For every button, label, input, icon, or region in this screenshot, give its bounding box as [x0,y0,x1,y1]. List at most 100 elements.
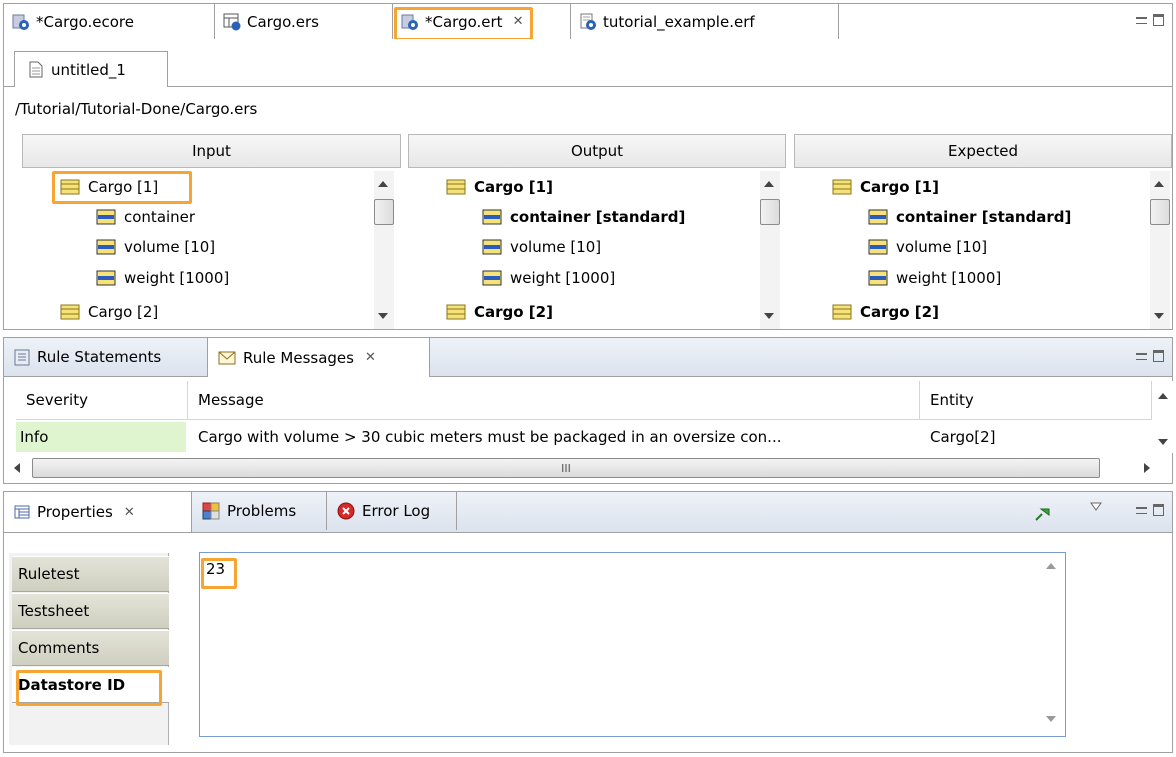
minimize-icon[interactable] [1136,352,1147,360]
attribute-icon [96,270,116,286]
close-icon[interactable]: ✕ [513,14,524,29]
tree-node[interactable]: Cargo [1] [60,173,158,201]
tab-label: tutorial_example.erf [603,12,755,31]
pin-icon[interactable] [1034,506,1054,522]
table-row[interactable]: Info Cargo with volume > 30 cubic meters… [16,422,1152,452]
messages-vscroll[interactable] [1154,381,1174,453]
node-label: volume [10] [896,238,988,256]
close-icon[interactable]: ✕ [365,350,376,365]
tab-properties[interactable]: Properties ✕ [4,492,192,532]
expected-tree: Cargo [1] container [standard] volume [1… [794,171,1172,329]
node-label: weight [1000] [124,269,230,287]
node-label: Cargo [1] [88,178,159,196]
maximize-icon[interactable] [1153,14,1164,26]
tab-error-log[interactable]: Error Log [327,492,457,530]
property-side-tabs: Ruletest Testsheet Comments Datastore ID [9,553,169,745]
editor-tab-strip: *Cargo.ecore Cargo.ers *Cargo.ert ✕ tuto… [3,3,1173,39]
tab-label: Cargo.ers [247,12,319,31]
tab-label: Rule Statements [37,348,162,366]
entity-cell: Cargo[2] [930,428,996,446]
subtab-label: untitled_1 [51,60,126,79]
severity-header[interactable]: Severity [16,381,188,419]
maximize-icon[interactable] [1153,350,1164,362]
close-icon[interactable]: ✕ [124,505,135,520]
scroll-right-icon[interactable] [1144,463,1150,473]
tab-rule-messages[interactable]: Rule Messages ✕ [208,338,430,377]
view-menu-icon[interactable] [1090,502,1102,512]
message-header[interactable]: Message [188,381,920,419]
side-tab-ruletest[interactable]: Ruletest [12,556,169,592]
ers-file-icon [223,13,241,30]
tab-label: Rule Messages [243,348,354,367]
scroll-thumb[interactable] [1150,199,1170,225]
output-scrollbar[interactable] [760,171,780,329]
tab-label: Problems [227,502,297,520]
tab-untitled-1[interactable]: untitled_1 [14,51,168,87]
scroll-thumb[interactable]: III [32,458,1100,478]
expected-scrollbar[interactable] [1150,171,1170,329]
tab-cargo-ers[interactable]: Cargo.ers [215,4,393,39]
minimize-icon[interactable] [1136,16,1147,24]
maximize-icon[interactable] [1153,504,1164,516]
tree-node[interactable]: Cargo [2] [60,298,158,326]
scroll-down-icon[interactable] [764,313,774,319]
attribute-icon [482,270,502,286]
scroll-up-icon[interactable] [378,181,388,187]
expected-column-header[interactable]: Expected [794,134,1172,168]
tab-problems[interactable]: Problems [192,492,327,530]
input-scrollbar[interactable] [374,171,394,329]
tree-node[interactable]: volume [10] [96,233,215,261]
attribute-icon [868,270,888,286]
erf-file-icon [580,13,596,30]
entity-icon [60,179,80,195]
tree-node[interactable]: Cargo [1] [832,173,939,201]
scroll-up-icon[interactable] [1154,181,1164,187]
field-value: 23 [206,560,226,578]
scroll-up-icon[interactable] [1046,563,1056,569]
tree-node[interactable]: volume [10] [482,233,601,261]
scroll-left-icon[interactable] [14,463,20,473]
envelope-icon [218,351,236,364]
input-column-header[interactable]: Input [22,134,401,168]
messages-hscroll[interactable]: III [12,456,1154,480]
entity-icon [446,179,466,195]
tree-node[interactable]: container [standard] [868,203,1071,231]
scroll-thumb[interactable] [374,199,394,225]
tree-node[interactable]: weight [1000] [96,264,229,292]
scroll-thumb[interactable] [760,199,780,225]
tab-rule-statements[interactable]: Rule Statements [4,338,208,376]
output-column-header[interactable]: Output [408,134,786,168]
side-tab-comments[interactable]: Comments [12,630,169,666]
side-tab-testsheet[interactable]: Testsheet [12,593,169,629]
tree-node[interactable]: weight [1000] [482,264,615,292]
tab-tutorial-example-erf[interactable]: tutorial_example.erf [571,4,839,39]
tab-cargo-ecore[interactable]: *Cargo.ecore [4,4,215,39]
entity-icon [446,304,466,320]
scroll-down-icon[interactable] [378,313,388,319]
scroll-up-icon[interactable] [764,181,774,187]
tab-cargo-ert[interactable]: *Cargo.ert ✕ [393,4,571,39]
entity-icon [832,304,852,320]
node-label: Cargo [1] [860,178,939,196]
datastore-id-field[interactable]: 23 [199,552,1066,737]
scroll-up-icon[interactable] [1158,393,1168,399]
tree-node[interactable]: Cargo [1] [446,173,553,201]
tree-node[interactable]: Cargo [2] [446,298,553,326]
tab-label: *Cargo.ecore [36,12,134,31]
document-icon [29,61,43,78]
entity-header[interactable]: Entity [920,381,1152,419]
scroll-down-icon[interactable] [1154,313,1164,319]
node-label: volume [10] [124,238,216,256]
rule-tab-strip: Rule Statements Rule Messages ✕ [3,337,1173,377]
side-tab-datastore-id[interactable]: Datastore ID [12,667,169,703]
scroll-down-icon[interactable] [1158,439,1168,445]
tree-node[interactable]: volume [10] [868,233,987,261]
tree-node[interactable]: container [96,203,195,231]
tree-node[interactable]: weight [1000] [868,264,1001,292]
problems-icon [202,502,220,520]
tree-node[interactable]: Cargo [2] [832,298,939,326]
scroll-down-icon[interactable] [1046,716,1056,722]
tree-node[interactable]: container [standard] [482,203,685,231]
severity-cell: Info [16,422,186,452]
minimize-icon[interactable] [1136,506,1147,514]
